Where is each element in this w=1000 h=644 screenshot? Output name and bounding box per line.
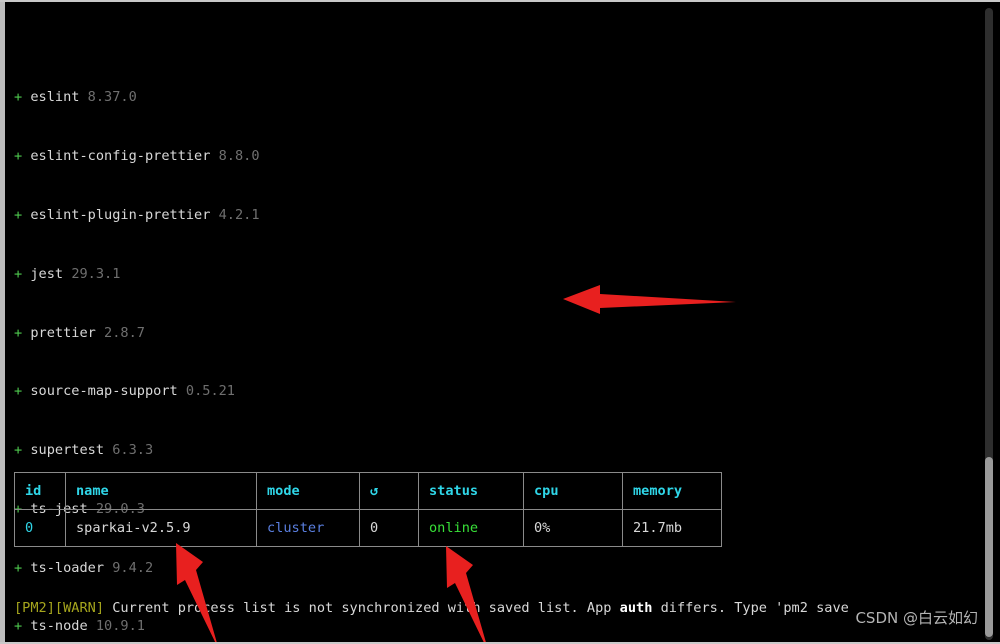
pm2-tag: [PM2] xyxy=(14,600,55,617)
package-line: + eslint-plugin-prettier 4.2.1 xyxy=(14,206,974,226)
csdn-watermark: CSDN @白云如幻 xyxy=(855,609,978,627)
package-version: 0.5.21 xyxy=(185,383,235,400)
cell-name: sparkai-v2.5.9 xyxy=(65,509,257,547)
left-window-edge-strip xyxy=(0,2,5,642)
pm2-process-table: id name mode ↺ status cpu memory 0 spark… xyxy=(14,472,722,547)
package-marker: + xyxy=(14,89,23,106)
package-marker: + xyxy=(14,324,23,341)
package-name: prettier xyxy=(30,324,96,341)
package-name: source-map-support xyxy=(30,383,178,400)
package-line: + prettier 2.8.7 xyxy=(14,324,974,344)
package-name: eslint xyxy=(30,89,80,106)
pm2-message-part2: differs. Type 'pm2 save xyxy=(652,600,849,617)
package-line: + supertest 6.3.3 xyxy=(14,441,974,461)
column-header-id: id xyxy=(14,472,66,510)
cell-restarts: 0 xyxy=(359,509,419,547)
package-line: + eslint 8.37.0 xyxy=(14,88,974,108)
package-name: supertest xyxy=(30,442,105,459)
terminal-scrollbar-thumb[interactable] xyxy=(985,457,993,637)
package-version: 4.2.1 xyxy=(218,206,260,223)
status-badge: online xyxy=(418,509,524,547)
cell-memory: 21.7mb xyxy=(622,509,722,547)
package-version: 6.3.3 xyxy=(112,442,154,459)
console-output[interactable]: + eslint 8.37.0 + eslint-config-prettier… xyxy=(14,10,974,642)
package-line: + eslint-config-prettier 8.8.0 xyxy=(14,147,974,167)
package-marker: + xyxy=(14,265,23,282)
package-version: 8.37.0 xyxy=(87,89,137,106)
package-name: eslint-plugin-prettier xyxy=(30,206,211,223)
pm2-final-warning-line: [PM2][WARN] Current process list is not … xyxy=(14,599,984,619)
cell-id: 0 xyxy=(14,509,66,547)
package-marker: + xyxy=(14,148,23,165)
pm2-level: [WARN] xyxy=(54,600,105,617)
table-header-row: id name mode ↺ status cpu memory xyxy=(14,472,722,510)
column-header-status: status xyxy=(418,472,524,510)
column-header-memory: memory xyxy=(622,472,722,510)
table-row: 0 sparkai-v2.5.9 cluster 0 online 0% 21.… xyxy=(14,509,722,547)
package-marker: + xyxy=(14,383,23,400)
cell-cpu: 0% xyxy=(523,509,623,547)
package-marker: + xyxy=(14,442,23,459)
package-version: 2.8.7 xyxy=(104,324,145,341)
package-version: 29.3.1 xyxy=(71,265,121,282)
column-header-mode: mode xyxy=(256,472,360,510)
column-header-name: name xyxy=(65,472,257,510)
console-output-tail[interactable]: [PM2][WARN] Current process list is not … xyxy=(14,560,984,642)
pm2-message-part1: Current process list is not synchronized… xyxy=(104,600,620,617)
package-version: 8.8.0 xyxy=(218,148,260,165)
package-marker: + xyxy=(14,206,23,223)
cell-mode: cluster xyxy=(256,509,360,547)
terminal-window[interactable]: + eslint 8.37.0 + eslint-config-prettier… xyxy=(0,0,1000,644)
column-header-cpu: cpu xyxy=(523,472,623,510)
pm2-app-name-emphasis: auth xyxy=(619,600,653,617)
package-line: + jest 29.3.1 xyxy=(14,265,974,285)
restart-counter-icon: ↺ xyxy=(359,472,419,510)
package-name: eslint-config-prettier xyxy=(30,148,211,165)
package-name: jest xyxy=(30,265,64,282)
package-line: + source-map-support 0.5.21 xyxy=(14,382,974,402)
